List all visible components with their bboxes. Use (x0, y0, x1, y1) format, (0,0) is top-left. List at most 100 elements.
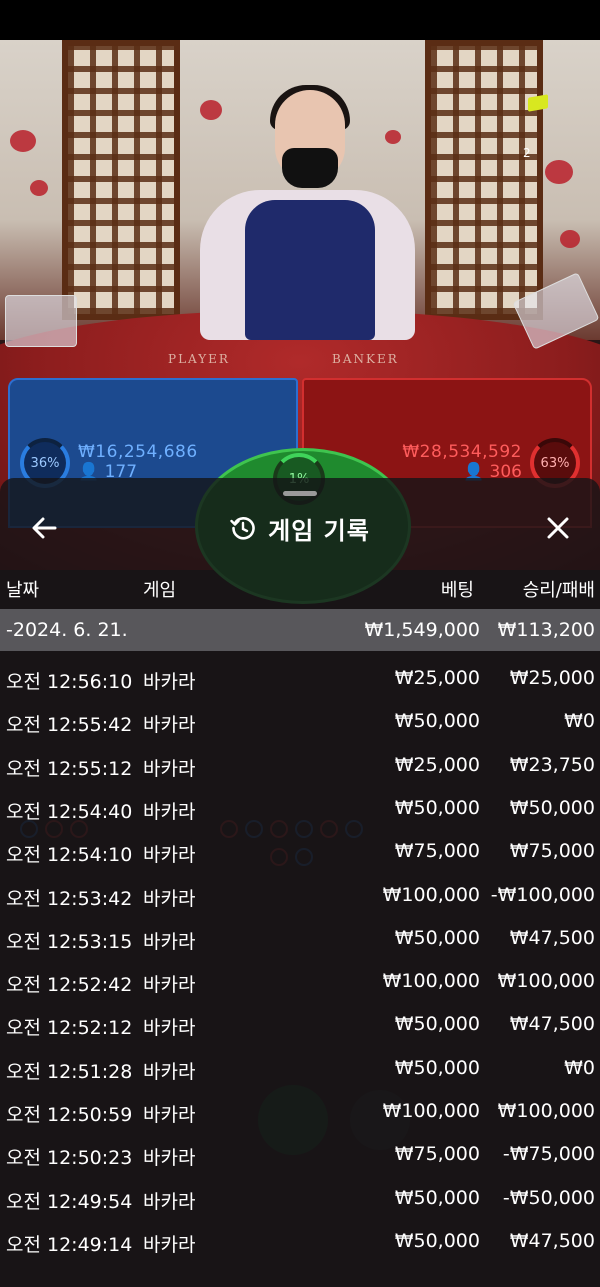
history-row[interactable]: 오전 12:50:23 바카라 ₩75,000 -₩75,000 (0, 1133, 600, 1176)
history-row[interactable]: 오전 12:53:15 바카라 ₩50,000 ₩47,500 (0, 917, 600, 960)
history-row[interactable]: 오전 12:49:54 바카라 ₩50,000 -₩50,000 (0, 1177, 600, 1220)
history-row[interactable]: 오전 12:55:12 바카라 ₩25,000 ₩23,750 (0, 744, 600, 787)
date-summary-row[interactable]: -2024. 6. 21. ₩1,549,000 ₩113,200 (0, 609, 600, 651)
row-game: 바카라 (143, 757, 196, 780)
history-row[interactable]: 오전 12:54:10 바카라 ₩75,000 ₩75,000 (0, 830, 600, 873)
row-bet: ₩100,000 (382, 883, 480, 906)
row-result: ₩47,500 (509, 926, 595, 949)
row-bet: ₩75,000 (394, 840, 480, 863)
row-result: ₩75,000 (509, 840, 595, 863)
history-row[interactable]: 오전 12:52:42 바카라 ₩100,000 ₩100,000 (0, 960, 600, 1003)
row-game: 바카라 (143, 930, 196, 953)
row-game: 바카라 (143, 974, 196, 997)
row-result: -₩50,000 (502, 1186, 595, 1209)
row-result: ₩23,750 (509, 753, 595, 776)
row-time: 오전 12:54:40 (6, 800, 133, 823)
column-header-bet: 베팅 (440, 580, 474, 601)
row-bet: ₩50,000 (394, 1186, 480, 1209)
row-result: ₩0 (564, 1056, 595, 1079)
row-result: ₩0 (564, 710, 595, 733)
row-time: 오전 12:56:10 (6, 671, 133, 693)
table-label-player: PLAYER (168, 352, 230, 366)
banker-total-amount: ₩28,534,592 (402, 442, 522, 462)
row-game: 바카라 (143, 671, 196, 693)
row-game: 바카라 (143, 714, 196, 737)
row-time: 오전 12:55:42 (6, 714, 133, 737)
history-row[interactable]: 오전 12:49:14 바카라 ₩50,000 ₩47,500 (0, 1220, 600, 1263)
column-header-result: 승리/패배 (522, 580, 595, 601)
blossom (10, 130, 36, 152)
row-result: ₩25,000 (509, 667, 595, 689)
blossom (200, 100, 222, 120)
history-row[interactable]: 오전 12:53:42 바카라 ₩100,000 -₩100,000 (0, 874, 600, 917)
column-header-date: 날짜 (6, 580, 40, 601)
viewer-badge-count: 2 (523, 146, 531, 160)
row-result: ₩47,500 (509, 1013, 595, 1036)
row-time: 오전 12:50:23 (6, 1147, 133, 1170)
close-icon (547, 517, 569, 539)
summary-date: -2024. 6. 21. (6, 619, 128, 641)
sheet-drag-handle[interactable] (283, 491, 317, 496)
row-result: -₩100,000 (490, 883, 595, 906)
row-result: ₩50,000 (509, 796, 595, 819)
row-bet: ₩50,000 (394, 1056, 480, 1079)
row-bet: ₩50,000 (394, 1013, 480, 1036)
row-time: 오전 12:50:59 (6, 1104, 133, 1126)
row-bet: ₩50,000 (394, 926, 480, 949)
column-header-game: 게임 (143, 580, 177, 601)
table-label-banker: BANKER (332, 352, 399, 366)
blossom (545, 160, 573, 184)
summary-result-total: ₩113,200 (497, 619, 595, 641)
row-bet: ₩50,000 (394, 796, 480, 819)
row-game: 바카라 (143, 1147, 196, 1170)
row-result: -₩75,000 (502, 1143, 595, 1166)
page-title: 게임 기록 (268, 516, 370, 545)
row-time: 오전 12:51:28 (6, 1060, 133, 1083)
row-game: 바카라 (143, 1233, 196, 1256)
row-bet: ₩100,000 (382, 970, 480, 993)
row-time: 오전 12:53:42 (6, 887, 133, 910)
dealer-vest (245, 200, 375, 340)
summary-bet-total: ₩1,549,000 (364, 619, 480, 641)
history-clock-icon (230, 516, 255, 540)
card-shoe (5, 295, 77, 347)
row-game: 바카라 (143, 1060, 196, 1083)
row-bet: ₩50,000 (394, 710, 480, 733)
row-result: ₩100,000 (497, 970, 595, 993)
row-game: 바카라 (143, 1104, 196, 1126)
row-game: 바카라 (143, 1017, 196, 1040)
row-game: 바카라 (143, 844, 196, 867)
history-row[interactable]: 오전 12:56:10 바카라 ₩25,000 ₩25,000 (0, 657, 600, 700)
history-row[interactable]: 오전 12:54:40 바카라 ₩50,000 ₩50,000 (0, 787, 600, 830)
lattice-screen (425, 40, 543, 320)
blossom (30, 180, 48, 196)
history-row[interactable]: 오전 12:55:42 바카라 ₩50,000 ₩0 (0, 700, 600, 743)
row-time: 오전 12:49:54 (6, 1190, 133, 1213)
row-result: ₩47,500 (509, 1229, 595, 1252)
history-row[interactable]: 오전 12:52:12 바카라 ₩50,000 ₩47,500 (0, 1003, 600, 1046)
row-time: 오전 12:54:10 (6, 844, 133, 867)
row-time: 오전 12:55:12 (6, 757, 133, 780)
row-bet: ₩25,000 (394, 667, 480, 689)
row-bet: ₩25,000 (394, 753, 480, 776)
row-result: ₩100,000 (497, 1100, 595, 1122)
sheet-header: 게임 기록 (0, 508, 600, 548)
row-bet: ₩100,000 (382, 1100, 480, 1122)
game-history-sheet: 게임 기록 날짜 게임 베팅 승리/패배 -2024. 6. 21. ₩1,54… (0, 478, 600, 1287)
history-row[interactable]: 오전 12:50:59 바카라 ₩100,000 ₩100,000 (0, 1090, 600, 1133)
row-game: 바카라 (143, 1190, 196, 1213)
row-time: 오전 12:53:15 (6, 930, 133, 953)
row-game: 바카라 (143, 887, 196, 910)
dealer-mask (282, 148, 338, 188)
lattice-screen (62, 40, 180, 320)
history-row[interactable]: 오전 12:51:28 바카라 ₩50,000 ₩0 (0, 1047, 600, 1090)
close-button[interactable] (538, 508, 578, 548)
row-bet: ₩75,000 (394, 1143, 480, 1166)
row-bet: ₩50,000 (394, 1229, 480, 1252)
row-game: 바카라 (143, 800, 196, 823)
row-time: 오전 12:52:42 (6, 974, 133, 997)
player-total-amount: ₩16,254,686 (78, 442, 198, 462)
blossom (560, 230, 580, 248)
blossom (385, 130, 401, 144)
row-time: 오전 12:52:12 (6, 1017, 133, 1040)
